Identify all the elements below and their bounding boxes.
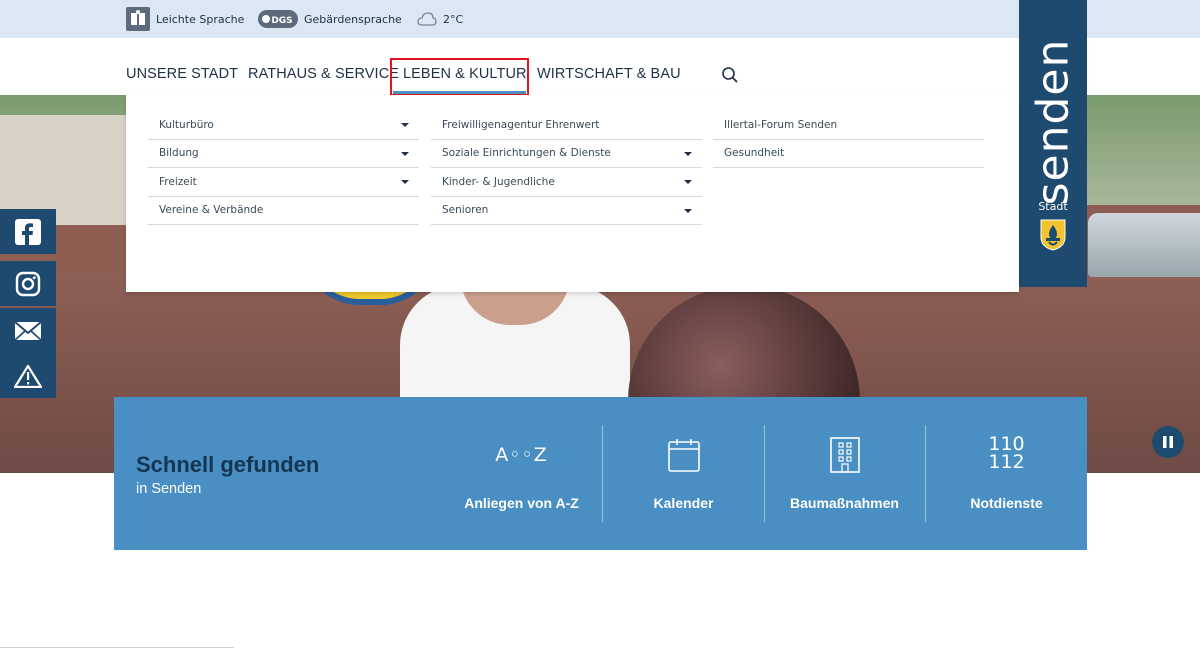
quick-access-panel: Schnell gefunden in Senden A◦◦Z Anliegen… xyxy=(114,397,1087,550)
sign-language-link[interactable]: DGS Gebärdensprache xyxy=(258,0,402,38)
tile-kalender[interactable]: Kalender xyxy=(603,425,764,522)
tile-baumassnahmen[interactable]: Baumaßnahmen xyxy=(764,425,925,522)
nav-item-unsere-stadt[interactable]: UNSERE STADT xyxy=(126,66,238,82)
menu-item-label: Soziale Einrichtungen & Dienste xyxy=(442,147,611,160)
nav-item-leben-kultur[interactable]: LEBEN & KULTUR xyxy=(403,66,527,82)
menu-item-vereine-verbaende[interactable]: Vereine & Verbände xyxy=(148,197,419,225)
tile-label: Kalender xyxy=(653,495,714,511)
warning-icon xyxy=(14,364,42,388)
coat-of-arms-icon xyxy=(1040,219,1066,251)
tile-notdienste[interactable]: 110 112 Notdienste xyxy=(926,425,1087,522)
tile-label: Baumaßnahmen xyxy=(790,495,899,511)
mail-button[interactable] xyxy=(0,308,56,353)
menu-item-freiwilligenagentur[interactable]: Freiwilligenagentur Ehrenwert xyxy=(431,111,702,140)
mega-menu-column-1: Kulturbüro Bildung Freizeit Vereine & Ve… xyxy=(148,111,419,225)
easy-language-icon xyxy=(126,7,150,31)
menu-item-label: Kinder- & Jugendliche xyxy=(442,175,555,188)
menu-item-label: Illertal-Forum Senden xyxy=(724,118,838,131)
easy-language-link[interactable]: Leichte Sprache xyxy=(126,0,244,38)
menu-item-senioren[interactable]: Senioren xyxy=(431,197,702,225)
mega-menu-column-2: Freiwilligenagentur Ehrenwert Soziale Ei… xyxy=(431,111,702,225)
caret-down-icon[interactable] xyxy=(401,151,409,156)
brand-logo[interactable]: senden Stadt xyxy=(1019,0,1087,287)
tile-label: Notdienste xyxy=(970,495,1043,511)
warning-button[interactable] xyxy=(0,353,56,398)
menu-item-kulturbuero[interactable]: Kulturbüro xyxy=(148,111,419,140)
mega-menu-leben-kultur: Kulturbüro Bildung Freizeit Vereine & Ve… xyxy=(126,95,1019,292)
menu-item-label: Senioren xyxy=(442,204,489,217)
weather-temp: 2°C xyxy=(443,12,464,26)
menu-item-illertal-forum[interactable]: Illertal-Forum Senden xyxy=(713,111,984,140)
pause-icon xyxy=(1163,436,1173,448)
menu-item-kinder-jugendliche[interactable]: Kinder- & Jugendliche xyxy=(431,168,702,197)
instagram-icon xyxy=(15,271,41,296)
facebook-button[interactable] xyxy=(0,209,56,254)
caret-down-icon[interactable] xyxy=(401,123,409,127)
sign-language-badge: DGS xyxy=(271,16,292,26)
menu-item-label: Bildung xyxy=(159,147,199,160)
sign-language-label: Gebärdensprache xyxy=(304,12,402,26)
tile-anliegen-a-z[interactable]: A◦◦Z Anliegen von A-Z xyxy=(441,425,602,522)
pause-button[interactable] xyxy=(1152,426,1184,458)
sign-language-icon: DGS xyxy=(258,9,298,29)
menu-item-label: Vereine & Verbände xyxy=(159,204,264,217)
easy-language-label: Leichte Sprache xyxy=(156,12,245,26)
nav-item-rathaus-service[interactable]: RATHAUS & SERVICE xyxy=(248,66,399,82)
menu-item-bildung[interactable]: Bildung xyxy=(148,140,419,168)
search-icon[interactable] xyxy=(721,66,739,84)
calendar-icon xyxy=(603,435,764,475)
quick-access-subtitle: in Senden xyxy=(136,481,202,497)
mega-menu-column-3: Illertal-Forum Senden Gesundheit xyxy=(713,111,984,168)
facebook-icon xyxy=(15,218,41,245)
menu-item-gesundheit[interactable]: Gesundheit xyxy=(713,140,984,168)
caret-down-icon[interactable] xyxy=(684,151,692,156)
menu-item-label: Gesundheit xyxy=(724,147,785,160)
menu-item-label: Kulturbüro xyxy=(159,118,214,131)
menu-item-label: Freizeit xyxy=(159,175,197,188)
caret-down-icon[interactable] xyxy=(684,208,692,213)
tile-label: Anliegen von A-Z xyxy=(464,495,579,511)
menu-item-soziale-einrichtungen[interactable]: Soziale Einrichtungen & Dienste xyxy=(431,140,702,168)
cloud-icon xyxy=(417,12,437,26)
weather: 2°C xyxy=(417,0,463,38)
caret-down-icon[interactable] xyxy=(684,180,692,184)
instagram-button[interactable] xyxy=(0,261,56,306)
building-icon xyxy=(764,435,925,475)
hero-cars xyxy=(1088,213,1200,277)
emergency-numbers-icon: 110 112 xyxy=(988,433,1025,473)
nav-item-wirtschaft-bau[interactable]: WIRTSCHAFT & BAU xyxy=(537,66,681,82)
active-nav-underline xyxy=(393,91,526,94)
caret-down-icon[interactable] xyxy=(401,180,409,184)
menu-item-freizeit[interactable]: Freizeit xyxy=(148,168,419,197)
mail-icon xyxy=(14,320,42,341)
menu-item-label: Freiwilligenagentur Ehrenwert xyxy=(442,118,600,131)
quick-access-title: Schnell gefunden xyxy=(136,452,320,477)
brand-subtitle: Stadt xyxy=(1038,200,1068,213)
divider xyxy=(0,647,234,648)
brand-name: senden xyxy=(1027,38,1079,206)
a-z-icon: A◦◦Z xyxy=(495,444,548,466)
